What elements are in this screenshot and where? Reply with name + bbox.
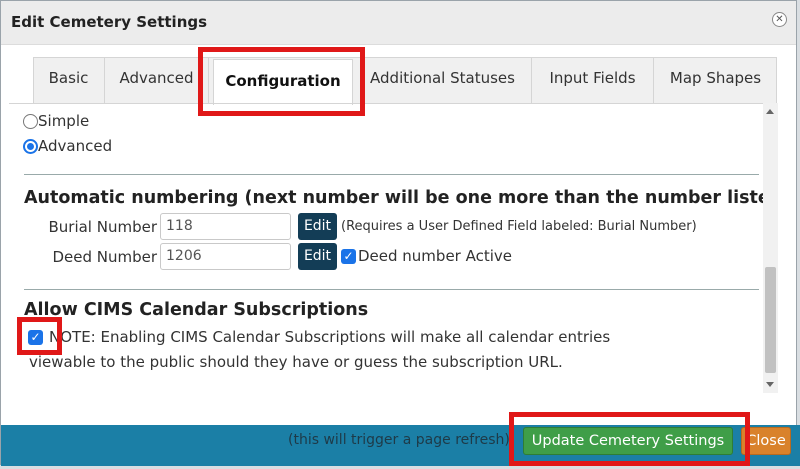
- tab-advanced[interactable]: Advanced: [105, 57, 209, 103]
- calendar-heading: Allow CIMS Calendar Subscriptions: [24, 300, 369, 320]
- deed-edit-button[interactable]: Edit: [298, 243, 337, 270]
- panel-scrollbar[interactable]: [763, 103, 778, 393]
- radio-simple-label: Simple: [38, 112, 90, 130]
- page-refresh-note: (this will trigger a page refresh): [288, 432, 510, 448]
- deed-number-label: Deed Number: [52, 248, 157, 266]
- deed-number-input[interactable]: 1206: [160, 243, 291, 270]
- calendar-note-line2: viewable to the public should they have …: [29, 353, 563, 371]
- numbering-heading: Automatic numbering (next number will be…: [24, 188, 777, 208]
- scrollbar-thumb[interactable]: [765, 267, 776, 373]
- deed-active-label: Deed number Active: [358, 247, 513, 265]
- burial-number-input[interactable]: 118: [160, 213, 291, 240]
- radio-simple-button[interactable]: [23, 114, 38, 129]
- highlight-configuration-tab: [198, 47, 365, 116]
- edit-cemetery-settings-dialog: Edit Cemetery Settings ✕ Basic Advanced …: [0, 0, 800, 466]
- calendar-note-line1: NOTE: Enabling CIMS Calendar Subscriptio…: [49, 328, 611, 346]
- burial-number-note: (Requires a User Defined Field labeled: …: [341, 219, 697, 234]
- section-divider-2: [24, 289, 759, 290]
- dialog-title: Edit Cemetery Settings: [11, 13, 208, 31]
- tab-map-shapes[interactable]: Map Shapes: [654, 57, 777, 103]
- configuration-panel: Simple Advanced Automatic numbering (nex…: [9, 103, 777, 393]
- highlight-update-button: [509, 412, 750, 466]
- burial-number-label: Burial Number: [48, 218, 157, 236]
- radio-simple[interactable]: Simple: [23, 112, 89, 130]
- burial-edit-button[interactable]: Edit: [298, 213, 337, 240]
- radio-advanced[interactable]: Advanced: [23, 137, 112, 155]
- scroll-up-arrow-icon[interactable]: [766, 109, 774, 114]
- tab-input-fields[interactable]: Input Fields: [532, 57, 654, 103]
- radio-advanced-label: Advanced: [38, 137, 113, 155]
- close-circle-icon[interactable]: ✕: [772, 12, 787, 27]
- radio-advanced-button[interactable]: [23, 139, 38, 154]
- scroll-down-arrow-icon[interactable]: [766, 382, 774, 387]
- highlight-calendar-checkbox: [17, 317, 62, 355]
- tab-additional-statuses[interactable]: Additional Statuses: [354, 57, 532, 103]
- tab-basic[interactable]: Basic: [33, 57, 105, 103]
- dialog-titlebar: Edit Cemetery Settings ✕: [1, 1, 796, 45]
- deed-active-checkbox[interactable]: ✓: [341, 249, 356, 264]
- section-divider: [24, 174, 759, 175]
